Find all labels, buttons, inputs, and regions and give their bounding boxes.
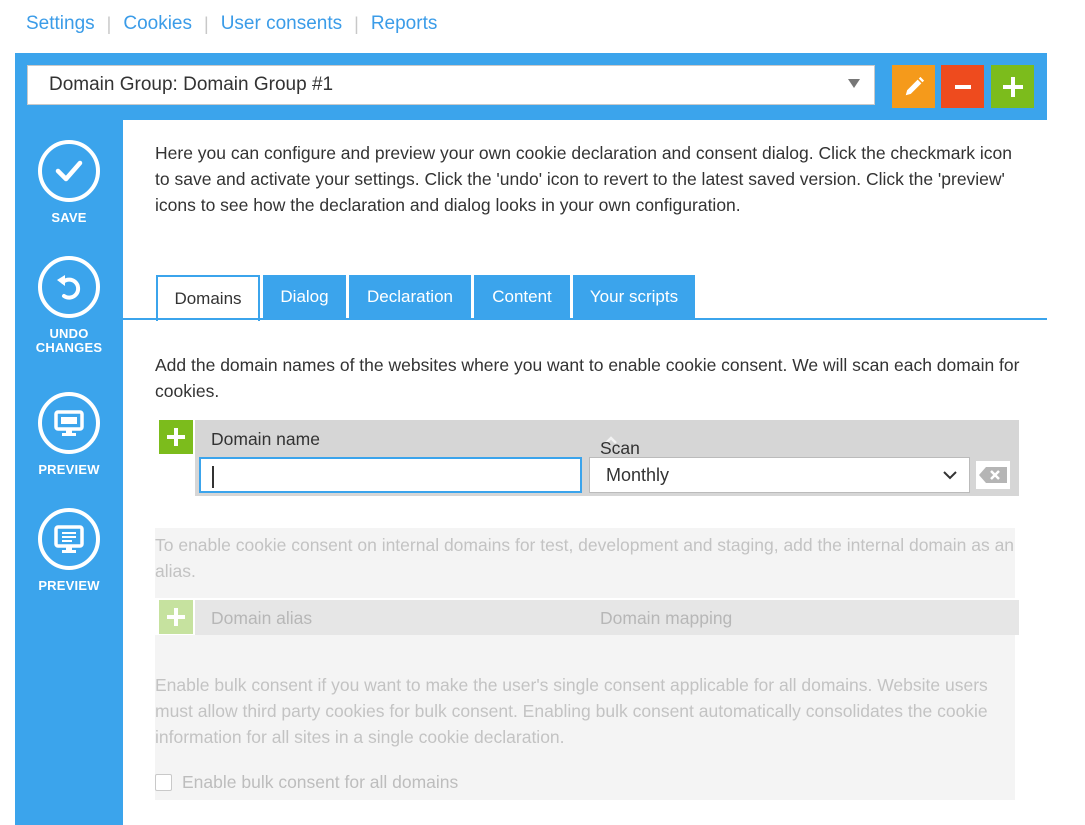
preview-label: PREVIEW: [38, 462, 100, 477]
undo-changes-button[interactable]: UNDO CHANGES: [15, 256, 123, 358]
bulk-description: Enable bulk consent if you want to make …: [155, 675, 988, 747]
tab-domains[interactable]: Domains: [156, 275, 260, 321]
col-domain-alias: Domain alias: [211, 608, 313, 628]
nav-cookies[interactable]: Cookies: [123, 13, 192, 35]
col-domain-name: Domain name: [211, 429, 320, 449]
domains-table-header: Domain name Scan frequency: [195, 420, 1019, 479]
edit-group-button[interactable]: [892, 65, 935, 108]
minus-icon: [954, 84, 971, 89]
domain-row: Monthly: [195, 456, 1019, 496]
pencil-icon: [905, 76, 924, 95]
tab-divider: [123, 318, 1047, 320]
add-group-button[interactable]: [991, 65, 1034, 108]
chevron-down-icon: [943, 471, 957, 480]
domain-group-panel: Domain Group: Domain Group #1 SAVE UNDO …: [15, 53, 1047, 825]
tab-content[interactable]: Content: [474, 275, 570, 319]
nav-separator: |: [204, 13, 209, 34]
tab-declaration[interactable]: Declaration: [349, 275, 471, 319]
monitor-icon: [38, 392, 100, 454]
domains-description: Add the domain names of the websites whe…: [155, 355, 1020, 401]
checkmark-circle-icon: [38, 140, 100, 202]
preview-declaration-button[interactable]: PREVIEW: [15, 508, 123, 596]
plus-icon: [167, 428, 185, 446]
scan-frequency-select[interactable]: Monthly: [589, 457, 970, 493]
monitor-text-icon: [38, 508, 100, 570]
col-scan-frequency[interactable]: Scan frequency: [600, 429, 677, 479]
bulk-consent-row: Enable bulk consent for all domains: [155, 772, 458, 793]
nav-user-consents[interactable]: User consents: [221, 13, 342, 35]
domain-name-input[interactable]: [199, 457, 582, 493]
plus-icon: [167, 608, 185, 626]
caret-down-icon: [848, 79, 860, 88]
domain-group-select[interactable]: Domain Group: Domain Group #1: [27, 65, 875, 105]
col-domain-mapping: Domain mapping: [600, 608, 733, 628]
alias-description: To enable cookie consent on internal dom…: [155, 535, 1015, 581]
save-button[interactable]: SAVE: [15, 140, 123, 228]
tab-bar: Domains Dialog Declaration Content Your …: [156, 275, 698, 321]
undo-label-line2: CHANGES: [35, 340, 103, 355]
tab-your-scripts[interactable]: Your scripts: [573, 275, 695, 319]
add-alias-button: [159, 600, 193, 634]
top-nav: Settings | Cookies | User consents | Rep…: [26, 10, 437, 38]
nav-separator: |: [106, 13, 112, 34]
nav-reports[interactable]: Reports: [371, 13, 438, 35]
plus-icon: [1002, 76, 1023, 97]
save-label: SAVE: [51, 210, 87, 225]
intro-text: Here you can configure and preview your …: [155, 143, 1012, 215]
undo-label: UNDO CHANGES: [15, 324, 123, 358]
add-domain-button[interactable]: [159, 420, 193, 454]
nav-separator: |: [354, 13, 359, 34]
preview-dialog-button[interactable]: PREVIEW: [15, 392, 123, 480]
scan-frequency-value: Monthly: [606, 464, 670, 485]
text-cursor: [212, 466, 214, 488]
bulk-consent-label: Enable bulk consent for all domains: [182, 772, 459, 792]
nav-settings[interactable]: Settings: [26, 13, 95, 35]
content-area: Here you can configure and preview your …: [123, 120, 1047, 825]
remove-group-button[interactable]: [941, 65, 984, 108]
alias-table-header: Domain alias Domain mapping: [195, 600, 1019, 635]
undo-icon: [38, 256, 100, 318]
delete-domain-button[interactable]: [976, 461, 1010, 489]
domain-group-value: Domain Group: Domain Group #1: [49, 74, 334, 95]
bulk-consent-checkbox[interactable]: [155, 774, 172, 791]
preview-label: PREVIEW: [38, 578, 100, 593]
backspace-icon: [979, 467, 1007, 483]
tab-dialog[interactable]: Dialog: [263, 275, 346, 319]
